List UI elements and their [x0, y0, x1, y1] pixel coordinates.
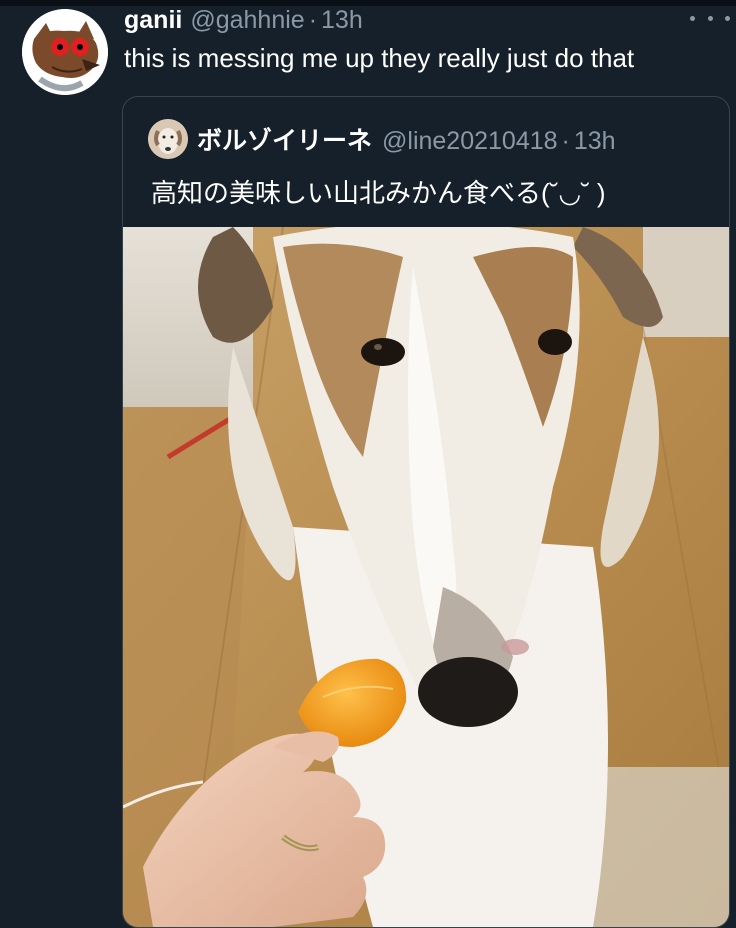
more-dot — [707, 15, 713, 21]
tweet-text: this is messing me up they really just d… — [124, 43, 635, 73]
display-name[interactable]: ganii — [124, 6, 182, 35]
avatar[interactable] — [22, 9, 108, 95]
quote-tweet-card[interactable]: ボルゾイリーネ @line20210418 · 13h 高知の美味しい山北みかん… — [122, 96, 730, 928]
quote-separator-dot: · — [561, 127, 570, 155]
tweet-header: ganii @gahhnie · 13h — [124, 6, 363, 40]
quote-media-image[interactable] — [123, 227, 729, 927]
quote-header: ボルゾイリーネ @line20210418 · 13h — [197, 121, 616, 157]
borzoi-dog-with-mandarin-photo — [123, 227, 729, 927]
quote-user-handle[interactable]: @line20210418 — [382, 127, 558, 156]
more-options-icon[interactable] — [690, 8, 730, 28]
quote-timestamp[interactable]: 13h — [574, 127, 616, 156]
more-dot — [690, 15, 695, 21]
more-dot — [725, 15, 730, 21]
top-edge-bar — [0, 0, 736, 6]
dog-avatar-icon — [148, 119, 188, 159]
timestamp[interactable]: 13h — [321, 6, 363, 35]
cartoon-wolf-avatar-icon — [22, 9, 108, 95]
user-handle[interactable]: @gahhnie — [190, 6, 304, 35]
quote-display-name[interactable]: ボルゾイリーネ — [197, 121, 372, 157]
quote-avatar[interactable] — [148, 119, 188, 159]
separator-dot: · — [308, 6, 318, 34]
quote-text: 高知の美味しい山北みかん食べる(˘◡˘ ) — [151, 178, 606, 208]
